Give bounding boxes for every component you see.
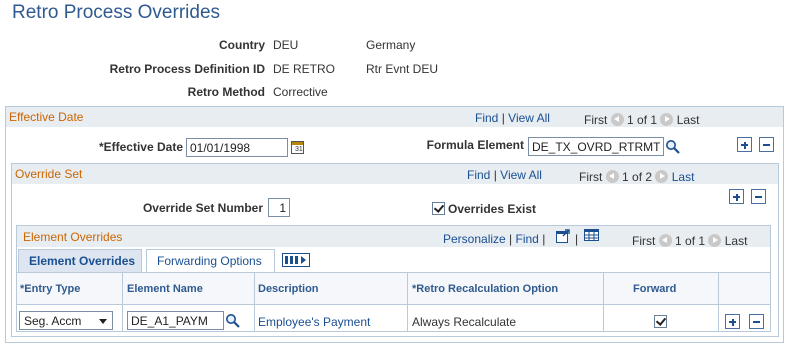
effective-date-label: *Effective Date (98, 140, 183, 154)
override-first-label: First (579, 170, 603, 184)
separator: | (542, 232, 546, 246)
delete-row-button[interactable] (749, 314, 764, 329)
element-overrides-title: Element Overrides (23, 230, 123, 244)
element-count: 1 of 1 (675, 234, 706, 248)
formula-element-field[interactable] (528, 137, 664, 156)
country-name: Germany (366, 38, 416, 52)
effective-view-all-link[interactable]: View All (508, 111, 550, 125)
divider (718, 273, 719, 332)
override-count: 1 of 2 (622, 170, 653, 184)
chevron-down-icon[interactable] (99, 319, 107, 324)
element-last-label: Last (724, 234, 748, 248)
method-value: Corrective (273, 85, 328, 99)
next-icon[interactable] (655, 170, 669, 183)
new-window-icon[interactable] (556, 229, 571, 243)
delete-override-set-button[interactable] (751, 189, 766, 204)
tab-forwarding-options[interactable]: Forwarding Options (146, 249, 275, 272)
grid-download-icon[interactable] (584, 229, 599, 241)
effective-date-title: Effective Date (9, 110, 84, 124)
override-set-number-field[interactable] (268, 198, 290, 217)
separator: | (575, 232, 579, 246)
add-effective-row-button[interactable] (737, 137, 752, 152)
divider (603, 273, 604, 332)
next-icon[interactable] (708, 234, 722, 247)
personalize-link[interactable]: Personalize (443, 232, 506, 246)
entry-type-value: Seg. Accm (24, 314, 82, 328)
separator: | (509, 232, 513, 246)
column-header-element-name[interactable]: Element Name (127, 283, 203, 295)
override-last-link[interactable]: Last (672, 170, 695, 184)
effective-last-label: Last (676, 113, 700, 127)
effective-first-label: First (584, 113, 608, 127)
override-view-all-link[interactable]: View All (500, 168, 542, 182)
definition-label: Retro Process Definition ID (109, 62, 265, 76)
previous-icon[interactable] (605, 170, 619, 183)
description-link[interactable]: Employee's Payment (258, 315, 370, 329)
add-override-set-button[interactable] (729, 189, 744, 204)
country-label: Country (219, 38, 265, 52)
divider (254, 273, 255, 332)
formula-element-label: Formula Element (426, 138, 524, 152)
search-icon[interactable] (665, 139, 681, 155)
add-row-button[interactable] (725, 314, 740, 329)
column-header-recalc-option[interactable]: *Retro Recalculation Option (412, 283, 558, 295)
column-header-description[interactable]: Description (258, 283, 319, 295)
separator: | (501, 111, 505, 125)
method-label: Retro Method (187, 85, 265, 99)
tab-element-overrides[interactable]: Element Overrides (18, 249, 142, 272)
effective-find-link[interactable]: Find (475, 111, 498, 125)
element-first-label: First (632, 234, 656, 248)
next-icon[interactable] (660, 113, 674, 126)
column-header-entry-type[interactable]: *Entry Type (20, 283, 80, 295)
page-title: Retro Process Overrides (12, 2, 221, 23)
entry-type-select[interactable]: Seg. Accm (19, 311, 113, 330)
divider (407, 273, 408, 332)
divider (122, 273, 123, 332)
calendar-icon[interactable]: 31 (291, 141, 304, 154)
override-set-number-label: Override Set Number (142, 201, 263, 215)
delete-effective-row-button[interactable] (759, 137, 774, 152)
column-header-forward: Forward (633, 283, 677, 295)
override-set-title: Override Set (15, 167, 83, 181)
show-all-columns-icon[interactable] (282, 253, 310, 267)
definition-code: DE RETRO (273, 62, 336, 76)
overrides-exist-checkbox[interactable] (432, 202, 445, 215)
definition-name: Rtr Evnt DEU (366, 62, 439, 76)
override-find-link[interactable]: Find (467, 168, 490, 182)
separator: | (493, 168, 497, 182)
effective-date-field[interactable] (186, 138, 288, 157)
overrides-exist-label: Overrides Exist (448, 202, 537, 216)
element-name-field[interactable] (127, 311, 224, 330)
previous-icon[interactable] (610, 113, 624, 126)
country-code: DEU (273, 38, 299, 52)
effective-count: 1 of 1 (627, 113, 658, 127)
previous-icon[interactable] (658, 234, 672, 247)
search-icon[interactable] (225, 313, 241, 329)
element-find-link[interactable]: Find (516, 232, 539, 246)
forward-checkbox[interactable] (654, 315, 667, 328)
recalc-option-value: Always Recalculate (412, 315, 517, 329)
